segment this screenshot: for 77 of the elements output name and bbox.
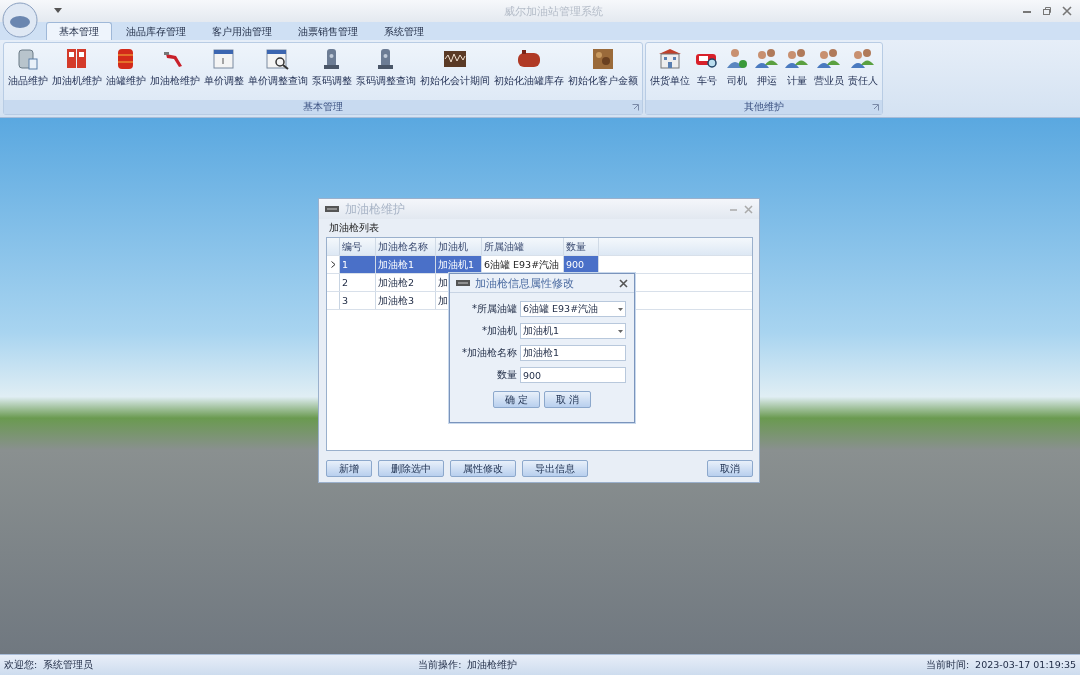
dialog-button[interactable]: 删除选中: [378, 460, 444, 477]
close-icon: [744, 204, 753, 214]
dialog-button[interactable]: 新增: [326, 460, 372, 477]
table-cell: 3: [340, 292, 376, 309]
dialog-button[interactable]: 取 消: [544, 391, 592, 408]
column-header[interactable]: 所属油罐: [482, 238, 564, 255]
ribbon-button[interactable]: 营业员: [812, 46, 846, 100]
table-row[interactable]: 1 加油枪1 加油机1 6油罐 E93#汽油 900: [327, 256, 752, 274]
table-cell: 加油枪1: [376, 256, 436, 273]
ribbon-button[interactable]: 油罐维护: [104, 46, 148, 100]
window-icon: [325, 205, 339, 213]
list-title: 加油枪列表: [328, 221, 380, 235]
field-label: *加油枪名称: [462, 346, 517, 360]
dropdown-field[interactable]: 6油罐 E93#汽油: [520, 301, 626, 317]
ribbon-button[interactable]: 油品维护: [6, 46, 50, 100]
window-icon: [456, 279, 470, 287]
ribbon-tab[interactable]: 客户用油管理: [200, 23, 284, 40]
dropdown-field[interactable]: 加油机1: [520, 323, 626, 339]
status-text: 系统管理员: [43, 658, 94, 672]
table-cell: 1: [340, 256, 376, 273]
dropdown-caret-icon: [54, 8, 62, 14]
status-label: 当前操作:: [418, 658, 462, 672]
table-cell: 加油枪3: [376, 292, 436, 309]
dialog-launcher-icon: [872, 104, 879, 111]
input-field[interactable]: 加油枪1: [520, 345, 626, 361]
field-label: *加油机: [481, 324, 517, 338]
dialog-button[interactable]: 属性修改: [450, 460, 516, 477]
ribbon-button[interactable]: 加油机维护: [50, 46, 104, 100]
status-label: 欢迎您:: [4, 658, 38, 672]
ribbon-tab[interactable]: 系统管理: [372, 23, 436, 40]
calendar-search-icon: [265, 46, 291, 72]
cancel-button[interactable]: 取消: [707, 460, 753, 477]
column-header[interactable]: 加油机: [436, 238, 482, 255]
dialog-button[interactable]: 导出信息: [522, 460, 588, 477]
field-label: 数量: [496, 368, 517, 382]
ribbon-button[interactable]: 司机: [722, 46, 752, 100]
ribbon-button[interactable]: 计量: [782, 46, 812, 100]
ribbon-button[interactable]: 初始化客户金额: [566, 46, 640, 100]
ribbon-tab[interactable]: 基本管理: [46, 22, 112, 40]
calendar-icon: [211, 46, 237, 72]
ribbon-button[interactable]: 泵码调整: [310, 46, 354, 100]
ribbon-button[interactable]: 初始化会计期间: [418, 46, 492, 100]
ribbon-button[interactable]: 泵码调整查询: [354, 46, 418, 100]
input-field[interactable]: 900: [520, 367, 626, 383]
can-icon: [15, 46, 41, 72]
column-header[interactable]: 加油枪名称: [376, 238, 436, 255]
restore-icon: [1042, 6, 1052, 16]
status-text: 加油枪维护: [467, 658, 518, 672]
table-cell: 加油枪2: [376, 274, 436, 291]
dialog-launcher-icon: [632, 104, 639, 111]
ribbon-button[interactable]: 押运: [752, 46, 782, 100]
ribbon-button[interactable]: 单价调整: [202, 46, 246, 100]
ribbon-button[interactable]: 车号: [692, 46, 722, 100]
ribbon-button[interactable]: 供货单位: [648, 46, 692, 100]
ribbon-button[interactable]: 加油枪维护: [148, 46, 202, 100]
dialog-button[interactable]: 确 定: [492, 391, 540, 408]
table-cell: 2: [340, 274, 376, 291]
status-text: 2023-03-17 01:19:35: [975, 658, 1076, 672]
column-header[interactable]: 数量: [564, 238, 599, 255]
dialog-title: 加油枪维护: [345, 200, 405, 218]
row-pointer-icon: [330, 261, 336, 268]
ribbon-tab[interactable]: 油票销售管理: [286, 23, 370, 40]
close-icon: [1062, 6, 1072, 16]
ribbon-button[interactable]: 单价调整查询: [246, 46, 310, 100]
group-title: 基本管理: [303, 100, 343, 114]
group-title: 其他维护: [744, 100, 784, 114]
dropdown-caret-icon: [618, 329, 623, 333]
building-icon: [657, 46, 683, 72]
table-cell: 加油机1: [436, 256, 482, 273]
column-header[interactable]: 编号: [340, 238, 376, 255]
ribbon-tab[interactable]: 油品库存管理: [114, 23, 198, 40]
dropdown-caret-icon: [618, 307, 623, 311]
ribbon-button[interactable]: 初始化油罐库存: [492, 46, 566, 100]
texture-tile-icon: [590, 46, 616, 72]
close-icon: [619, 278, 628, 288]
ribbon-button[interactable]: 责任人: [846, 46, 880, 100]
status-label: 当前时间:: [925, 658, 970, 672]
